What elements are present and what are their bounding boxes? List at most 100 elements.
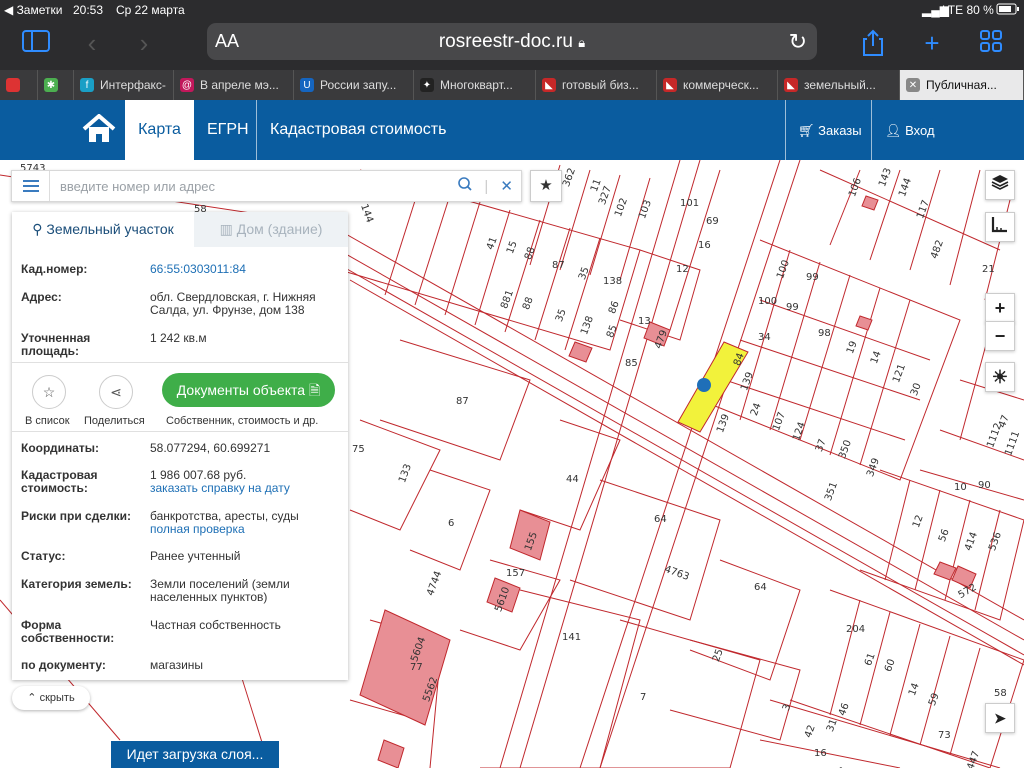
nav-tab-egrn[interactable]: ЕГРН: [207, 100, 249, 160]
login-link[interactable]: 👤︎ Вход: [885, 100, 935, 160]
map-label: 16: [814, 748, 827, 759]
tabs-overview-icon[interactable]: [975, 29, 1007, 57]
zoom-in-button[interactable]: +: [985, 293, 1015, 323]
add-to-list-label[interactable]: В список: [25, 415, 70, 427]
browser-tab[interactable]: f Интерфакс-: [74, 70, 174, 100]
browser-tab[interactable]: ✦ Многокварт...: [414, 70, 536, 100]
map-label: 73: [938, 730, 951, 741]
clear-icon[interactable]: ✕: [500, 178, 513, 195]
battery-icon: [996, 3, 1020, 18]
favorites-star-icon[interactable]: ★: [530, 170, 562, 202]
map-label: 77: [410, 662, 423, 673]
browser-tab[interactable]: ✱: [38, 70, 74, 100]
orders-link[interactable]: 🛒︎ Заказы: [798, 100, 862, 160]
geolocate-arrow-icon[interactable]: ➤: [985, 703, 1015, 733]
browser-tab[interactable]: [0, 70, 38, 100]
nav-divider: [785, 100, 786, 160]
map-label: 99: [806, 272, 819, 283]
tab-favicon-icon: ◣: [663, 78, 677, 92]
parcel-info-panel: ⚲ Земельный участок ▥ Дом (здание) Кад.н…: [12, 212, 348, 680]
nav-tab-map[interactable]: Карта: [125, 100, 194, 160]
map-label: 85: [625, 358, 638, 369]
tab-favicon-icon: [6, 78, 20, 92]
map-label: 21: [982, 264, 995, 275]
cad-number-value[interactable]: 66:55:0303011:84: [150, 263, 335, 276]
user-icon: 👤︎: [885, 123, 902, 138]
map-label: 99: [786, 302, 799, 313]
map-label: 101: [680, 198, 700, 209]
nav-divider: [871, 100, 872, 160]
tab-favicon-icon: @: [180, 78, 194, 92]
close-tab-icon[interactable]: ✕: [906, 78, 920, 92]
document-use-value: магазины: [150, 658, 204, 672]
reload-icon[interactable]: ↻: [789, 29, 807, 55]
search-input[interactable]: [60, 171, 460, 201]
nav-tab-cadastral[interactable]: Кадастровая стоимость: [270, 100, 446, 160]
measure-ruler-icon[interactable]: [985, 212, 1015, 242]
area-value: 1 242 кв.м: [150, 331, 207, 345]
map-label: 157: [506, 568, 526, 579]
cad-number-label: Кад.номер:: [21, 262, 88, 276]
cost-value: 1 986 007.68 руб. заказать справку на дат…: [150, 468, 290, 495]
add-to-list-star-icon[interactable]: ☆: [32, 375, 66, 409]
new-tab-icon[interactable]: +: [916, 29, 948, 57]
browser-toolbar: ••• ‹ › AA rosreestr-doc.ru 🔒︎ ↻ +: [0, 20, 1024, 70]
status-time: 20:53: [73, 3, 104, 17]
map-label: 100: [758, 296, 778, 307]
cost-label: Кадастровая стоимость:: [21, 468, 98, 495]
risk-label: Риски при сделки:: [21, 509, 132, 523]
order-certificate-link[interactable]: заказать справку на дату: [150, 481, 290, 495]
chevron-up-icon: ⌃: [27, 692, 37, 704]
category-label: Категория земель:: [21, 577, 132, 591]
map-label: 98: [818, 328, 831, 339]
back-to-app-link[interactable]: ◀ Заметки: [4, 3, 62, 17]
document-use-label: по документу:: [21, 658, 106, 672]
tab-favicon-icon: ◣: [784, 78, 798, 92]
share-icon[interactable]: [857, 29, 889, 57]
full-check-link[interactable]: полная проверка: [150, 522, 245, 536]
sidebar-icon[interactable]: [20, 29, 52, 57]
forward-arrow-icon[interactable]: ›: [128, 29, 160, 57]
home-icon[interactable]: [82, 113, 116, 144]
map-label: 64: [754, 582, 767, 593]
browser-tab[interactable]: U России запу...: [294, 70, 414, 100]
map-label: 75: [352, 444, 365, 455]
browser-tab[interactable]: @ В апреле мэ...: [174, 70, 294, 100]
status-bar: ◀ Заметки 20:53 Ср 22 марта ▂▄▆ LTE 80 %: [0, 0, 1024, 20]
location-pin-icon: ⚲: [32, 221, 43, 237]
map-label: 10: [954, 482, 967, 493]
tab-land-parcel[interactable]: ⚲ Земельный участок: [12, 212, 194, 247]
search-icon[interactable]: [458, 177, 476, 195]
map-label: 64: [654, 514, 667, 525]
map-label: 16: [698, 240, 711, 251]
map-label: 69: [706, 216, 719, 227]
layers-icon[interactable]: [985, 170, 1015, 200]
share-label[interactable]: Поделиться: [84, 415, 145, 427]
map-label: 204: [846, 624, 866, 635]
location-marker-icon: [697, 378, 711, 392]
menu-icon[interactable]: [12, 171, 50, 201]
browser-tab[interactable]: ◣ земельный...: [778, 70, 900, 100]
hide-panel-button[interactable]: ⌃ скрыть: [12, 686, 90, 710]
object-documents-button[interactable]: Документы объекта 🗎︎: [162, 373, 335, 407]
map-label: 44: [566, 474, 579, 485]
category-value: Земли поселений (земли населенных пункто…: [150, 577, 290, 604]
map-label: 12: [676, 264, 689, 275]
tab-favicon-icon: U: [300, 78, 314, 92]
browser-tab[interactable]: ◣ готовый биз...: [536, 70, 657, 100]
coords-label: Координаты:: [21, 441, 100, 455]
address-value: обл. Свердловская, г. Нижняя Салда, ул. …: [150, 290, 316, 317]
tab-building[interactable]: ▥ Дом (здание): [194, 212, 348, 247]
back-arrow-icon[interactable]: ‹: [76, 29, 108, 57]
browser-tab[interactable]: ◣ коммерческ...: [657, 70, 778, 100]
nav-divider: [256, 100, 257, 160]
browser-tab-active[interactable]: ✕ Публичная...: [900, 70, 1024, 100]
brightness-icon[interactable]: ☀︎: [985, 362, 1015, 392]
status-network: LTE 80 %: [942, 3, 994, 17]
site-nav: Карта ЕГРН Кадастровая стоимость 🛒︎ Зака…: [0, 100, 1024, 160]
zoom-out-button[interactable]: −: [985, 321, 1015, 351]
share-nodes-icon[interactable]: ⋖: [99, 375, 133, 409]
map-search: | ✕: [11, 170, 522, 202]
address-bar[interactable]: AA rosreestr-doc.ru 🔒︎ ↻: [207, 23, 817, 60]
map-label: 87: [456, 396, 469, 407]
